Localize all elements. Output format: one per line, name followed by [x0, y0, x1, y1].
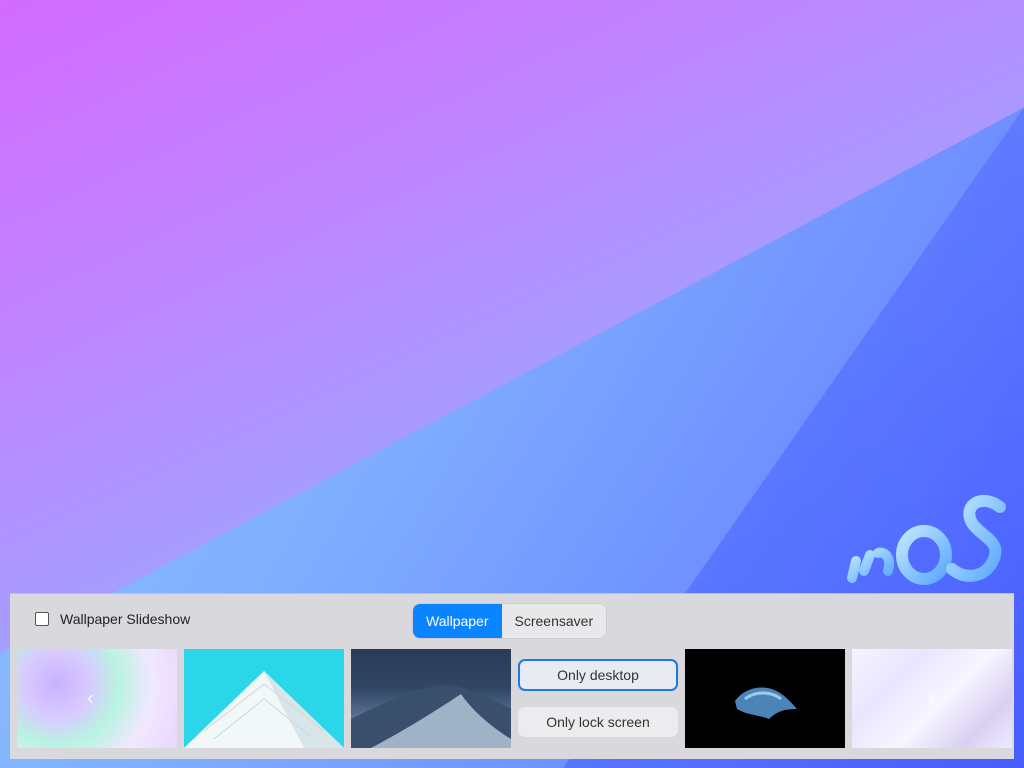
- wallpaper-thumbnail-4[interactable]: [685, 649, 845, 748]
- slideshow-label: Wallpaper Slideshow: [60, 611, 191, 627]
- wallpaper-actions: Only desktop Only lock screen: [518, 659, 678, 753]
- only-lock-screen-button[interactable]: Only lock screen: [518, 707, 678, 737]
- uos-logo-icon: [847, 494, 1006, 585]
- wallpaper-thumbnail-2[interactable]: [184, 649, 344, 748]
- wallpaper-thumbnail-3[interactable]: [351, 649, 511, 748]
- wallpaper-panel: Wallpaper Slideshow Wallpaper Screensave…: [10, 593, 1014, 759]
- chevron-left-icon[interactable]: ‹: [87, 687, 94, 710]
- slideshow-checkbox[interactable]: [35, 612, 49, 626]
- only-desktop-button[interactable]: Only desktop: [518, 659, 678, 691]
- tab-wallpaper[interactable]: Wallpaper: [413, 604, 502, 638]
- wallpaper-thumbnail-1[interactable]: ‹: [17, 649, 177, 748]
- mode-tabs: Wallpaper Screensaver: [413, 604, 607, 638]
- wallpaper-slideshow-toggle[interactable]: Wallpaper Slideshow: [35, 611, 190, 627]
- tab-screensaver[interactable]: Screensaver: [502, 604, 607, 638]
- wallpaper-thumbnail-5[interactable]: ›: [852, 649, 1012, 748]
- chevron-right-icon[interactable]: ›: [928, 687, 935, 710]
